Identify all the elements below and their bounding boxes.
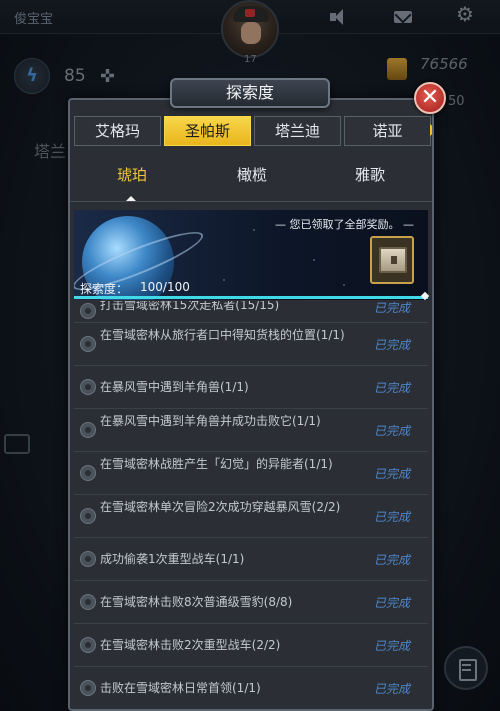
progress-fill [74,296,428,299]
list-item: 在雪域密林单次冒险2次成功穿越暴风雪(2/2) 已完成 [74,495,428,538]
quest-text: 在雪域密林从旅行者口中得知货栈的位置(1/1) [100,328,345,342]
quest-text: 在暴风雪中遇到羊角兽并成功击败它(1/1) [100,414,321,428]
quest-status: 已完成 [374,639,411,653]
list-item: 在雪域密林从旅行者口中得知货栈的位置(1/1) 已完成 [74,323,428,366]
sub-tabs: 琥珀 橄榄 雅歌 [70,164,432,198]
quest-status: 已完成 [374,301,411,315]
quest-badge-icon [80,303,96,319]
list-item: 在雪域密林战胜产生「幻觉」的异能者(1/1) 已完成 [74,452,428,495]
tab-region-4[interactable]: 诺亚 [344,116,431,146]
exploration-banner: — 您已领取了全部奖励。 — 探索度： 100/100 [74,210,428,300]
quest-text: 在雪域密林单次冒险2次成功穿越暴风雪(2/2) [100,500,341,514]
quest-badge-icon [80,379,96,395]
list-item: 成功偷袭1次重型战车(1/1) 已完成 [74,538,428,581]
list-item: 打击雪域密林15次走私者(15/15) 已完成 [74,301,428,323]
quest-text: 击败在雪域密林日常首领(1/1) [100,681,261,695]
progress-value: 100/100 [140,280,190,294]
quest-text: 在雪域密林战胜产生「幻觉」的异能者(1/1) [100,457,333,471]
tab-region-3[interactable]: 塔兰迪 [254,116,341,146]
quest-badge-icon [80,465,96,481]
quest-text: 在雪域密林击败8次普通级雪豹(8/8) [100,595,293,609]
divider [70,201,432,202]
quest-text: 在雪域密林击败2次重型战车(2/2) [100,638,281,652]
list-item: 在暴风雪中遇到羊角兽(1/1) 已完成 [74,366,428,409]
quest-status: 已完成 [374,682,411,696]
quest-badge-icon [80,551,96,567]
progress-bar [74,296,428,299]
quest-text: 成功偷袭1次重型战车(1/1) [100,552,245,566]
progress-label: 探索度： [80,282,129,296]
quest-badge-icon [80,336,96,352]
quest-status: 已完成 [374,467,411,481]
tab-region-2[interactable]: 圣帕斯 [164,116,251,146]
exploration-dialog: 艾格玛 圣帕斯 塔兰迪 诺亚 琥珀 橄榄 雅歌 — 您已领取了全部奖励。 — 探… [68,98,434,711]
tab-sub-1[interactable]: 琥珀 [82,164,182,185]
reward-chest-button[interactable] [370,236,414,284]
list-item: 在暴风雪中遇到羊角兽并成功击败它(1/1) 已完成 [74,409,428,452]
quest-badge-icon [80,594,96,610]
list-item: 在雪域密林击败2次重型战车(2/2) 已完成 [74,624,428,667]
quest-status: 已完成 [374,596,411,610]
quest-status: 已完成 [374,338,411,352]
close-button[interactable]: ✕ [414,82,446,114]
quest-status: 已完成 [374,553,411,567]
quest-text: 在暴风雪中遇到羊角兽(1/1) [100,380,249,394]
quest-list[interactable]: 打击雪域密林15次走私者(15/15) 已完成 在雪域密林从旅行者口中得知货栈的位置… [74,301,428,709]
list-item: 在雪域密林击败8次普通级雪豹(8/8) 已完成 [74,581,428,624]
tab-sub-2[interactable]: 橄榄 [202,164,302,185]
reward-message: — 您已领取了全部奖励。 — [275,218,414,231]
dialog-title: 探索度 [170,78,330,108]
region-tabs: 艾格玛 圣帕斯 塔兰迪 诺亚 [74,116,431,148]
chest-icon [379,247,407,273]
quest-status: 已完成 [374,424,411,438]
quest-badge-icon [80,508,96,524]
chevron-right-icon[interactable] [430,124,432,136]
quest-badge-icon [80,422,96,438]
list-item: 击败在雪域密林日常首领(1/1) 已完成 [74,667,428,709]
tab-sub-3[interactable]: 雅歌 [320,164,420,185]
quest-badge-icon [80,637,96,653]
quest-status: 已完成 [374,381,411,395]
quest-badge-icon [80,680,96,696]
tab-region-1[interactable]: 艾格玛 [74,116,161,146]
quest-status: 已完成 [374,510,411,524]
quest-text: 打击雪域密林15次走私者(15/15) [100,301,280,312]
